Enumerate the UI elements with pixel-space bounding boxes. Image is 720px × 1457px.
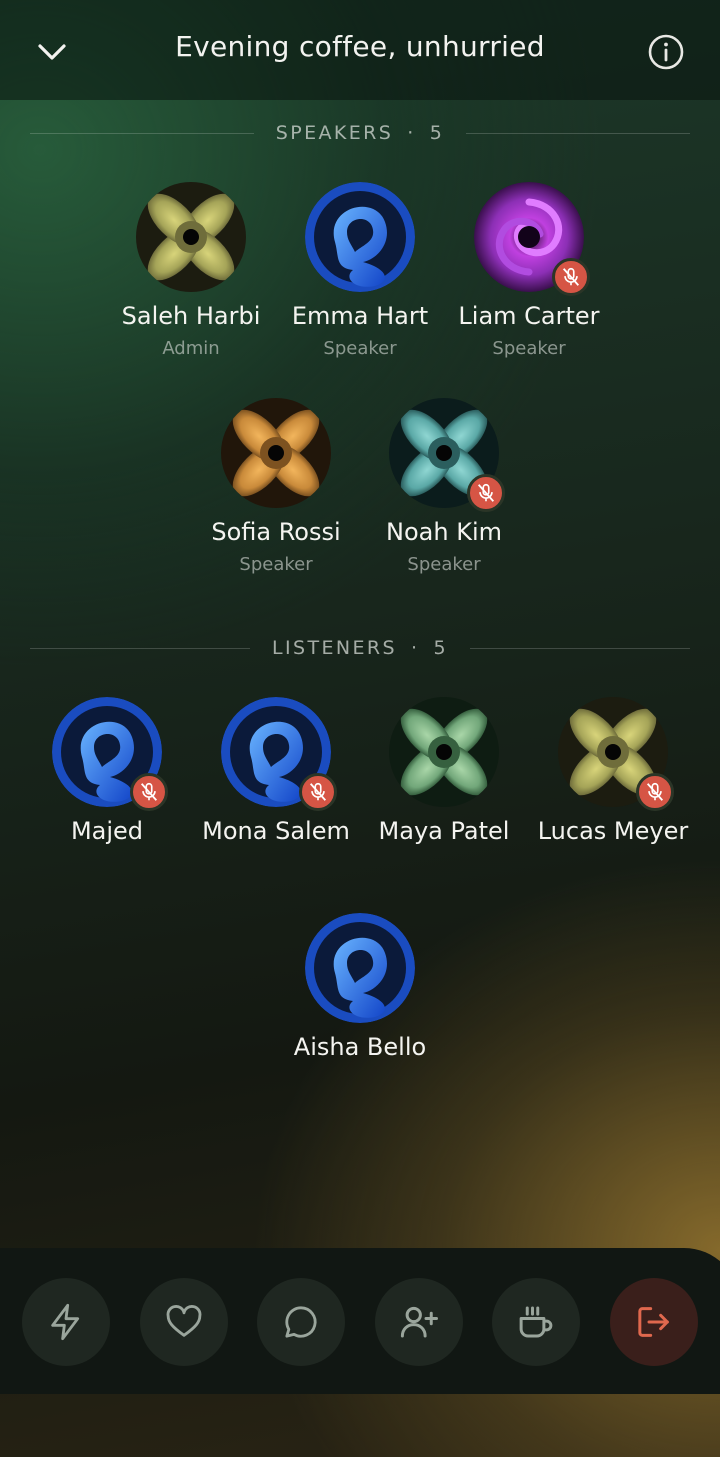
speakers-count: 5 — [429, 122, 445, 144]
flower-avatar-icon — [221, 398, 331, 508]
room-action-bar — [0, 1248, 720, 1394]
mic-off-icon — [562, 267, 580, 286]
speakers-section-label: SPEAKERS · 5 — [254, 122, 466, 144]
participant-role: Speaker — [239, 554, 313, 575]
separator-dot: · — [407, 122, 416, 144]
invite-button[interactable] — [375, 1278, 463, 1366]
speakers-section-header: SPEAKERS · 5 — [30, 118, 690, 148]
listener-card[interactable]: Maya Patel — [360, 697, 528, 845]
chat-bubble-icon — [285, 1306, 317, 1338]
flower-avatar-icon — [136, 182, 246, 292]
coffee-cup-icon — [519, 1306, 553, 1338]
like-button[interactable] — [140, 1278, 228, 1366]
listener-card[interactable]: Mona Salem — [192, 697, 360, 845]
avatar[interactable] — [221, 697, 337, 811]
swirl-avatar-icon — [305, 913, 415, 1023]
listeners-section-label: LISTENERS · 5 — [250, 637, 470, 659]
section-title: SPEAKERS — [275, 122, 394, 144]
avatar[interactable] — [136, 182, 246, 292]
participant-name: Maya Patel — [378, 817, 510, 845]
reactions-button[interactable] — [22, 1278, 110, 1366]
add-user-icon — [400, 1306, 438, 1338]
chevron-down-icon — [38, 44, 66, 60]
listeners-section-header: LISTENERS · 5 — [30, 633, 690, 663]
avatar[interactable] — [305, 913, 415, 1023]
participant-name: Majed — [70, 817, 144, 845]
section-title: LISTENERS — [272, 637, 397, 659]
chat-button[interactable] — [257, 1278, 345, 1366]
mic-off-icon — [646, 782, 664, 801]
muted-badge — [552, 258, 590, 296]
separator-dot: · — [411, 637, 420, 659]
listeners-count: 5 — [433, 637, 448, 659]
speaker-card[interactable]: Saleh Harbi Admin — [107, 182, 275, 359]
participant-name: Saleh Harbi — [121, 302, 261, 330]
speaker-card[interactable]: Sofia Rossi Speaker — [192, 398, 360, 575]
listener-card[interactable]: Majed — [23, 697, 191, 845]
room-info-button[interactable] — [640, 26, 692, 78]
participant-name: Lucas Meyer — [537, 817, 689, 845]
coffee-button[interactable] — [492, 1278, 580, 1366]
avatar[interactable] — [305, 182, 415, 292]
leave-room-button[interactable] — [610, 1278, 698, 1366]
room-header: Evening coffee, unhurried — [0, 0, 720, 100]
participant-name: Liam Carter — [458, 302, 600, 330]
heart-icon — [166, 1305, 202, 1337]
speaker-card[interactable]: Emma Hart Speaker — [276, 182, 444, 359]
divider — [466, 132, 690, 134]
speaker-card[interactable]: Noah Kim Speaker — [360, 398, 528, 575]
swirl-avatar-icon — [305, 182, 415, 292]
mic-off-icon — [477, 483, 495, 502]
avatar[interactable] — [474, 182, 590, 296]
divider — [30, 647, 251, 649]
divider — [469, 647, 690, 649]
muted-badge — [636, 773, 674, 811]
lightning-icon — [51, 1303, 80, 1341]
listener-card[interactable]: Aisha Bello — [276, 913, 444, 1061]
participant-name: Mona Salem — [202, 817, 350, 845]
participant-role: Admin — [162, 338, 220, 359]
collapse-button[interactable] — [26, 26, 78, 78]
flower-avatar-icon — [389, 697, 499, 807]
participant-role: Speaker — [407, 554, 481, 575]
avatar[interactable] — [558, 697, 674, 811]
participant-name: Aisha Bello — [293, 1033, 427, 1061]
divider — [30, 132, 254, 134]
muted-badge — [130, 773, 168, 811]
participant-name: Emma Hart — [291, 302, 429, 330]
leave-room-icon — [638, 1307, 669, 1337]
participant-name: Noah Kim — [386, 518, 502, 546]
info-icon — [648, 34, 684, 70]
speaker-card[interactable]: Liam Carter Speaker — [445, 182, 613, 359]
mic-off-icon — [309, 782, 327, 801]
participant-role: Speaker — [492, 338, 566, 359]
room-title: Evening coffee, unhurried — [175, 30, 545, 63]
muted-badge — [299, 773, 337, 811]
avatar[interactable] — [52, 697, 168, 811]
mic-off-icon — [140, 782, 158, 801]
avatar[interactable] — [389, 697, 499, 807]
participant-name: Sofia Rossi — [211, 518, 341, 546]
listener-card[interactable]: Lucas Meyer — [529, 697, 697, 845]
participant-role: Speaker — [323, 338, 397, 359]
muted-badge — [467, 474, 505, 512]
avatar[interactable] — [221, 398, 331, 508]
avatar[interactable] — [389, 398, 505, 512]
